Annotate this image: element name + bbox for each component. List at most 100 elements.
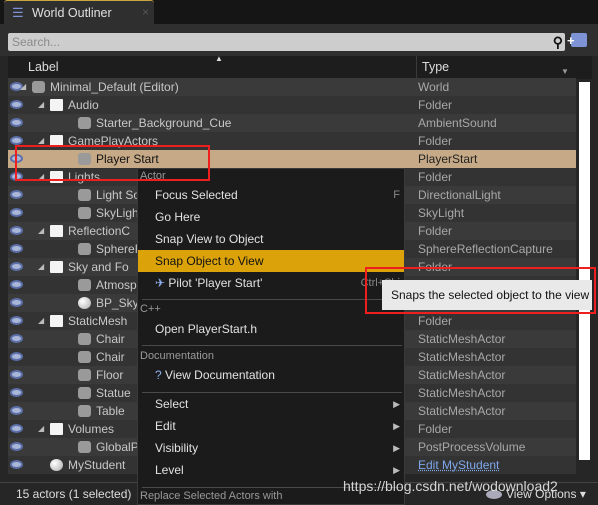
row-label: Audio — [68, 98, 99, 112]
atmosphere-icon — [78, 279, 91, 291]
visibility-eye-icon[interactable] — [10, 118, 23, 127]
world-icon — [32, 81, 45, 93]
menu-label: Select — [155, 397, 189, 411]
visibility-eye-icon[interactable] — [10, 442, 23, 451]
expand-arrow-icon[interactable]: ◢ — [38, 96, 44, 114]
visibility-eye-icon[interactable] — [10, 316, 23, 325]
expand-arrow-icon[interactable]: ◢ — [20, 78, 26, 96]
row-type: PlayerStart — [418, 152, 478, 166]
separator — [142, 345, 402, 346]
sort-ascending-icon: ▲ — [215, 54, 223, 63]
row-label: Sky and Fo — [68, 260, 129, 274]
row-label: Statue — [96, 386, 131, 400]
column-label[interactable]: Label — [28, 60, 59, 74]
visibility-eye-icon[interactable] — [10, 226, 23, 235]
add-folder-button[interactable]: + — [567, 33, 587, 48]
row-type: Folder — [418, 170, 453, 184]
row-label: Table — [96, 404, 125, 418]
visibility-eye-icon[interactable] — [10, 406, 23, 415]
menu-focus-selected[interactable]: Focus Selected F — [138, 184, 404, 206]
menu-go-here[interactable]: Go Here — [138, 206, 404, 228]
tab-world-outliner[interactable]: ☰ World Outliner × — [4, 0, 154, 24]
static-mesh-icon — [78, 351, 91, 363]
search-input[interactable]: Search... ⚲ — [8, 33, 565, 51]
visibility-eye-icon[interactable] — [10, 190, 23, 199]
static-mesh-icon — [78, 369, 91, 381]
menu-snap-view-to-object[interactable]: Snap View to Object — [138, 228, 404, 250]
row-label: Chair — [96, 332, 125, 346]
row-type: StaticMeshActor — [418, 386, 506, 400]
visibility-eye-icon[interactable] — [10, 208, 23, 217]
light-icon — [78, 189, 91, 201]
row-label: SkyLight — [96, 206, 143, 220]
row-label: MyStudent — [68, 458, 126, 472]
visibility-eye-icon[interactable] — [10, 100, 23, 109]
menu-visibility[interactable]: Visibility ▶ — [138, 437, 404, 459]
tree-row[interactable]: ◢ Audio Folder — [8, 96, 576, 114]
visibility-eye-icon[interactable] — [10, 460, 23, 469]
visibility-eye-icon[interactable] — [10, 244, 23, 253]
folder-icon — [50, 99, 63, 111]
tree-row[interactable]: ◢ Minimal_Default (Editor) World — [8, 78, 576, 96]
menu-label: View Documentation — [165, 368, 275, 382]
shortcut: F — [393, 189, 400, 201]
visibility-eye-icon[interactable] — [10, 298, 23, 307]
row-type: SkyLight — [418, 206, 465, 220]
menu-label: Edit — [155, 419, 176, 433]
visibility-eye-icon[interactable] — [10, 388, 23, 397]
row-label: Floor — [96, 368, 124, 382]
visibility-eye-icon[interactable] — [10, 424, 23, 433]
visibility-eye-icon[interactable] — [10, 280, 23, 289]
static-mesh-icon — [78, 387, 91, 399]
close-icon[interactable]: × — [142, 5, 149, 19]
menu-edit[interactable]: Edit ▶ — [138, 415, 404, 437]
annotation-box-player-start — [15, 145, 210, 181]
visibility-eye-icon[interactable] — [10, 352, 23, 361]
column-type[interactable]: Type — [422, 60, 449, 74]
plus-icon: + — [567, 33, 575, 48]
row-type: StaticMeshActor — [418, 332, 506, 346]
edit-blueprint-link[interactable]: Edit MyStudent — [418, 456, 499, 474]
help-icon: ? — [155, 368, 162, 382]
row-type: Folder — [418, 314, 453, 328]
row-label: Volumes — [68, 422, 115, 436]
menu-label: Pilot 'Player Start' — [168, 276, 263, 290]
context-menu: Actor Focus Selected F Go Here Snap View … — [137, 168, 405, 505]
row-label: StaticMesh — [68, 314, 128, 328]
menu-open-header[interactable]: Open PlayerStart.h — [138, 318, 404, 340]
row-type: Folder — [418, 134, 453, 148]
sphere-icon — [50, 459, 63, 471]
separator — [142, 299, 402, 300]
row-label: Chair — [96, 350, 125, 364]
menu-label: Focus Selected — [155, 188, 238, 202]
search-icon[interactable]: ⚲ — [553, 33, 563, 51]
row-type: StaticMeshActor — [418, 368, 506, 382]
submenu-arrow-icon: ▶ — [393, 443, 400, 453]
expand-arrow-icon[interactable]: ◢ — [38, 222, 44, 240]
section-cpp: C++ — [140, 303, 161, 315]
column-options-icon[interactable]: ▼ — [561, 67, 569, 76]
static-mesh-icon — [78, 333, 91, 345]
column-header: Label ▲ Type ▼ — [8, 54, 592, 79]
row-label: ReflectionC — [68, 224, 131, 238]
expand-arrow-icon[interactable]: ◢ — [38, 420, 44, 438]
tree-row[interactable]: Starter_Background_Cue AmbientSound — [8, 114, 576, 132]
reflection-icon — [78, 243, 91, 255]
visibility-eye-icon[interactable] — [10, 370, 23, 379]
visibility-eye-icon[interactable] — [10, 136, 23, 145]
visibility-eye-icon[interactable] — [10, 262, 23, 271]
skylight-icon — [78, 207, 91, 219]
expand-arrow-icon[interactable]: ◢ — [38, 258, 44, 276]
row-type: Folder — [418, 98, 453, 112]
row-type: PostProcessVolume — [418, 440, 526, 454]
submenu-arrow-icon: ▶ — [393, 421, 400, 431]
menu-label: Visibility — [155, 441, 199, 455]
column-divider[interactable] — [416, 56, 417, 79]
visibility-eye-icon[interactable] — [10, 334, 23, 343]
static-mesh-icon — [78, 405, 91, 417]
expand-arrow-icon[interactable]: ◢ — [38, 312, 44, 330]
row-type: SphereReflectionCapture — [418, 242, 553, 256]
row-type: DirectionalLight — [418, 188, 501, 202]
menu-select[interactable]: Select ▶ — [138, 393, 404, 415]
menu-view-documentation[interactable]: ? View Documentation — [138, 364, 404, 386]
